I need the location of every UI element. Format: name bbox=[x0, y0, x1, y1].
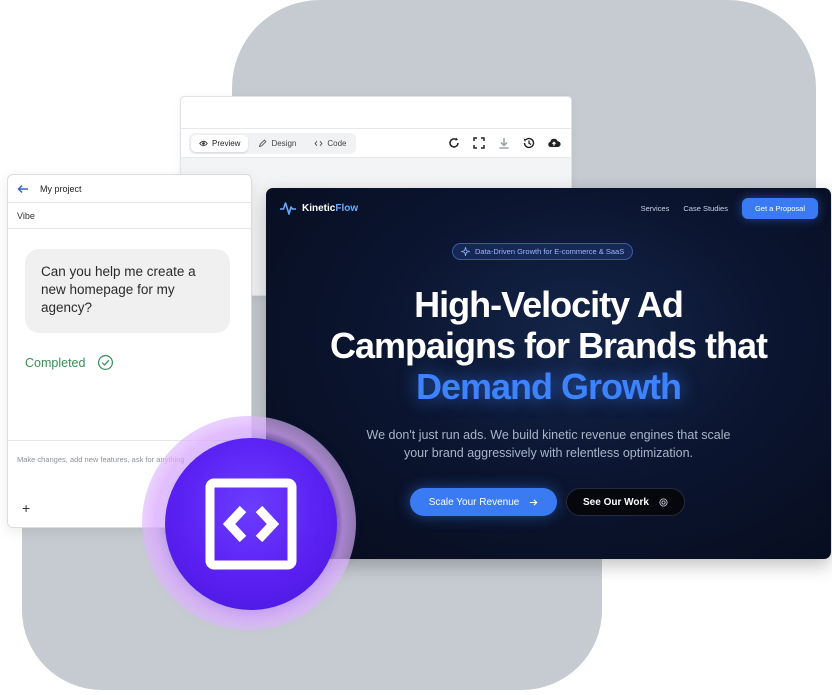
tab-design-label: Design bbox=[271, 138, 297, 148]
back-arrow-icon[interactable] bbox=[16, 182, 30, 196]
editor-titlebar bbox=[181, 97, 571, 129]
subheading-line-1: We don't just run ads. We build kinetic … bbox=[366, 428, 731, 442]
history-icon[interactable] bbox=[522, 136, 536, 150]
tagline-badge: Data-Driven Growth for E-commerce & SaaS bbox=[452, 243, 634, 260]
hero-line-1: High-Velocity Ad bbox=[414, 284, 684, 325]
arrow-right-icon bbox=[530, 498, 538, 506]
tab-code[interactable]: Code bbox=[306, 135, 354, 152]
tab-preview-label: Preview bbox=[212, 138, 241, 148]
nav-links: Services Case Studies Get a Proposal bbox=[641, 197, 818, 219]
target-icon bbox=[659, 497, 668, 507]
toolbar-actions bbox=[447, 136, 561, 150]
hero-subheading: We don't just run ads. We build kinetic … bbox=[266, 426, 831, 462]
project-title: My project bbox=[40, 183, 82, 194]
get-proposal-button[interactable]: Get a Proposal bbox=[741, 197, 818, 219]
app-logo bbox=[165, 438, 337, 610]
see-our-work-button[interactable]: See Our Work bbox=[566, 488, 685, 516]
pulse-icon bbox=[280, 202, 296, 215]
code-brackets-icon bbox=[205, 478, 297, 570]
code-icon bbox=[314, 140, 323, 146]
hero-accent: Demand Growth bbox=[415, 366, 682, 407]
download-icon[interactable] bbox=[497, 136, 511, 150]
brand-flow: Flow bbox=[335, 202, 359, 214]
tagline-text: Data-Driven Growth for E-commerce & SaaS bbox=[475, 247, 625, 256]
pencil-icon bbox=[259, 139, 267, 147]
user-message: Can you help me create a new homepage fo… bbox=[25, 249, 230, 333]
subheading-line-2: your brand aggressively with relentless … bbox=[403, 446, 694, 460]
chat-header: My project bbox=[8, 175, 251, 203]
tab-design[interactable]: Design bbox=[250, 135, 304, 152]
eye-icon bbox=[199, 140, 208, 146]
view-tabs: Preview Design Code bbox=[189, 132, 357, 154]
fullscreen-icon[interactable] bbox=[472, 136, 486, 150]
refresh-icon[interactable] bbox=[447, 136, 461, 150]
nav-case-studies[interactable]: Case Studies bbox=[683, 204, 728, 213]
status-label: Completed bbox=[25, 355, 86, 370]
see-our-work-label: See Our Work bbox=[583, 496, 649, 508]
brand-kinetic: Kinetic bbox=[302, 202, 336, 214]
site-navbar: KineticFlow Services Case Studies Get a … bbox=[266, 188, 831, 228]
scale-revenue-label: Scale Your Revenue bbox=[428, 496, 520, 508]
scale-revenue-button[interactable]: Scale Your Revenue bbox=[410, 488, 557, 516]
hero-headline: High-Velocity Ad Campaigns for Brands th… bbox=[266, 284, 831, 407]
tab-code-label: Code bbox=[327, 138, 347, 148]
cloud-upload-icon[interactable] bbox=[547, 136, 561, 150]
sparkle-icon bbox=[461, 247, 470, 256]
add-attachment-button[interactable]: + bbox=[22, 501, 30, 515]
tab-preview[interactable]: Preview bbox=[191, 134, 249, 152]
site-logo[interactable]: KineticFlow bbox=[279, 200, 358, 216]
completion-status: Completed bbox=[25, 354, 114, 371]
nav-services[interactable]: Services bbox=[641, 204, 670, 213]
hero-line-2: Campaigns for Brands that bbox=[329, 325, 768, 366]
project-mode: Vibe bbox=[8, 203, 251, 229]
editor-toolbar: Preview Design Code bbox=[189, 131, 561, 155]
check-circle-icon bbox=[98, 354, 114, 371]
